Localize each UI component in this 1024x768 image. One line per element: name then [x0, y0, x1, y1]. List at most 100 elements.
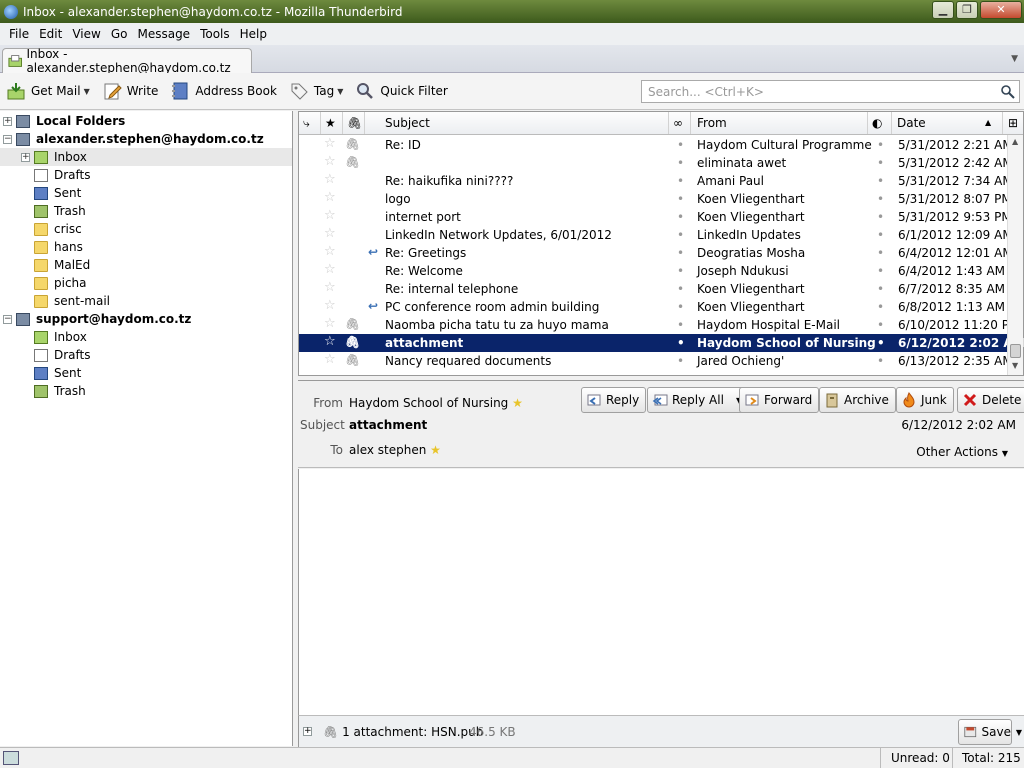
star-icon[interactable]: ☆: [324, 262, 336, 277]
junk-column-icon[interactable]: ∞: [669, 112, 691, 134]
expand-icon[interactable]: +: [21, 152, 30, 162]
other-actions-menu[interactable]: Other Actions ▼: [916, 445, 1008, 459]
junk-status-icon[interactable]: •: [677, 138, 684, 152]
message-row[interactable]: ☆ ↩ Re: Greetings • Deogratias Mosha • 6/4/201…: [299, 244, 1013, 262]
star-column-icon[interactable]: ★: [321, 112, 343, 134]
junk-status-icon[interactable]: •: [677, 210, 684, 224]
tab-inbox[interactable]: Inbox - alexander.stephen@haydom.co.tz: [2, 47, 252, 75]
expand-icon[interactable]: +: [303, 727, 312, 736]
reply-all-button[interactable]: Reply All▼: [647, 387, 748, 413]
message-row[interactable]: ☆ logo • Koen Vliegenthart • 5/31/2012 8:07 P…: [299, 190, 1012, 208]
forward-button[interactable]: Forward: [739, 387, 820, 413]
save-button[interactable]: Save: [958, 719, 1012, 745]
junk-status-icon[interactable]: •: [677, 354, 684, 368]
star-icon[interactable]: ☆: [324, 136, 336, 151]
star-icon[interactable]: ☆: [324, 172, 336, 187]
junk-status-icon[interactable]: •: [677, 174, 684, 188]
read-status-icon[interactable]: •: [877, 336, 885, 350]
close-button[interactable]: ✕: [980, 1, 1022, 19]
star-icon[interactable]: ☆: [324, 352, 336, 367]
message-row[interactable]: ☆ Re: internal telephone • Koen Vliegenthar…: [299, 280, 1007, 298]
star-icon[interactable]: ☆: [324, 190, 336, 205]
thread-scrollbar[interactable]: ▲ ▼: [1007, 135, 1023, 375]
thread-column-icon[interactable]: ⤷: [299, 112, 321, 134]
menu-help[interactable]: Help: [235, 27, 272, 41]
search-input[interactable]: Search... <Ctrl+K>: [641, 80, 1020, 103]
star-icon[interactable]: ☆: [324, 334, 336, 349]
message-row[interactable]: ☆ 🖇 Re: ID • Haydom Cultural Programme • 5/31/…: [299, 136, 1013, 154]
star-icon[interactable]: ☆: [324, 208, 336, 223]
maximize-button[interactable]: ❐: [956, 1, 978, 19]
message-body[interactable]: [298, 469, 1024, 715]
archive-button[interactable]: Archive: [819, 387, 896, 413]
message-row[interactable]: ☆ 🖇 Naomba picha tatu tu za huyo mama • Hayd…: [299, 316, 1019, 334]
expand-icon[interactable]: +: [3, 116, 12, 126]
folder-row[interactable]: Trash: [0, 202, 292, 220]
junk-status-icon[interactable]: •: [677, 264, 684, 278]
scroll-thumb[interactable]: [1010, 344, 1021, 358]
read-status-icon[interactable]: •: [877, 210, 884, 224]
menu-edit[interactable]: Edit: [34, 27, 67, 41]
folder-row[interactable]: Trash: [0, 382, 292, 400]
menu-go[interactable]: Go: [106, 27, 133, 41]
quick-filter-button[interactable]: Quick Filter: [355, 81, 453, 101]
menu-message[interactable]: Message: [132, 27, 195, 41]
star-icon[interactable]: ☆: [324, 226, 336, 241]
junk-status-icon[interactable]: •: [677, 192, 684, 206]
column-from[interactable]: From: [693, 112, 868, 134]
read-status-icon[interactable]: •: [877, 228, 884, 242]
scroll-down-icon[interactable]: ▼: [1012, 361, 1018, 370]
folder-row[interactable]: Inbox: [0, 328, 292, 346]
junk-status-icon[interactable]: •: [677, 300, 684, 314]
folder-row[interactable]: + Local Folders: [0, 112, 292, 130]
message-row[interactable]: ☆ Re: Welcome • Joseph Ndukusi • 6/4/2012 1:4…: [299, 262, 1007, 280]
address-book-button[interactable]: Address Book: [170, 81, 282, 101]
menu-file[interactable]: File: [4, 27, 34, 41]
read-status-icon[interactable]: •: [877, 246, 884, 260]
folder-row[interactable]: Drafts: [0, 166, 292, 184]
star-icon[interactable]: ☆: [324, 316, 336, 331]
read-status-icon[interactable]: •: [877, 138, 884, 152]
star-icon[interactable]: ☆: [324, 280, 336, 295]
menu-view[interactable]: View: [67, 27, 105, 41]
attachment-summary[interactable]: 🖇 1 attachment: HSN.pub: [323, 725, 483, 739]
to-value[interactable]: alex stephen ★: [349, 443, 441, 457]
read-column-icon[interactable]: ◐: [868, 112, 892, 134]
folder-row[interactable]: + Inbox: [0, 148, 292, 166]
junk-status-icon[interactable]: •: [677, 336, 685, 350]
minimize-button[interactable]: ▁: [932, 1, 954, 19]
menu-tools[interactable]: Tools: [195, 27, 235, 41]
read-status-icon[interactable]: •: [877, 156, 884, 170]
folder-row[interactable]: − support@haydom.co.tz: [0, 310, 292, 328]
star-icon[interactable]: ☆: [324, 244, 336, 259]
message-row[interactable]: ☆ 🖇 attachment • Haydom School of Nursing • 6/…: [299, 334, 1024, 352]
read-status-icon[interactable]: •: [877, 192, 884, 206]
folder-row[interactable]: crisc: [0, 220, 292, 238]
chevron-down-icon[interactable]: ▼: [337, 87, 343, 96]
attachment-column-icon[interactable]: 🖇: [343, 112, 365, 134]
junk-button[interactable]: Junk: [896, 387, 954, 413]
message-row[interactable]: ☆ 🖇 • eliminata awet • 5/31/2012 2:42 AM: [299, 154, 1013, 172]
junk-status-icon[interactable]: •: [677, 318, 684, 332]
tag-button[interactable]: Tag ▼: [289, 81, 349, 101]
read-status-icon[interactable]: •: [877, 318, 884, 332]
collapse-icon[interactable]: −: [3, 134, 12, 144]
read-status-icon[interactable]: •: [877, 282, 884, 296]
message-row[interactable]: ☆ ↩ PC conference room admin building • Koen…: [299, 298, 1007, 316]
chevron-down-icon[interactable]: ▼: [1016, 728, 1022, 737]
junk-status-icon[interactable]: •: [677, 228, 684, 242]
junk-status-icon[interactable]: •: [677, 246, 684, 260]
column-subject[interactable]: Subject: [381, 112, 669, 134]
folder-row[interactable]: Sent: [0, 364, 292, 382]
delete-button[interactable]: Delete: [957, 387, 1024, 413]
message-row[interactable]: ☆ Re: haikufika nini???? • Amani Paul • 5/31/…: [299, 172, 1013, 190]
write-button[interactable]: Write: [102, 81, 165, 101]
folder-row[interactable]: − alexander.stephen@haydom.co.tz: [0, 130, 292, 148]
message-row[interactable]: ☆ 🖇 Nancy requared documents • Jared Ochieng…: [299, 352, 1013, 370]
folder-row[interactable]: Drafts: [0, 346, 292, 364]
read-status-icon[interactable]: •: [877, 264, 884, 278]
message-row[interactable]: ☆ LinkedIn Network Updates, 6/01/2012 • Lin…: [299, 226, 1013, 244]
scroll-up-icon[interactable]: ▲: [1012, 137, 1018, 146]
folder-row[interactable]: picha: [0, 274, 292, 292]
folder-row[interactable]: hans: [0, 238, 292, 256]
